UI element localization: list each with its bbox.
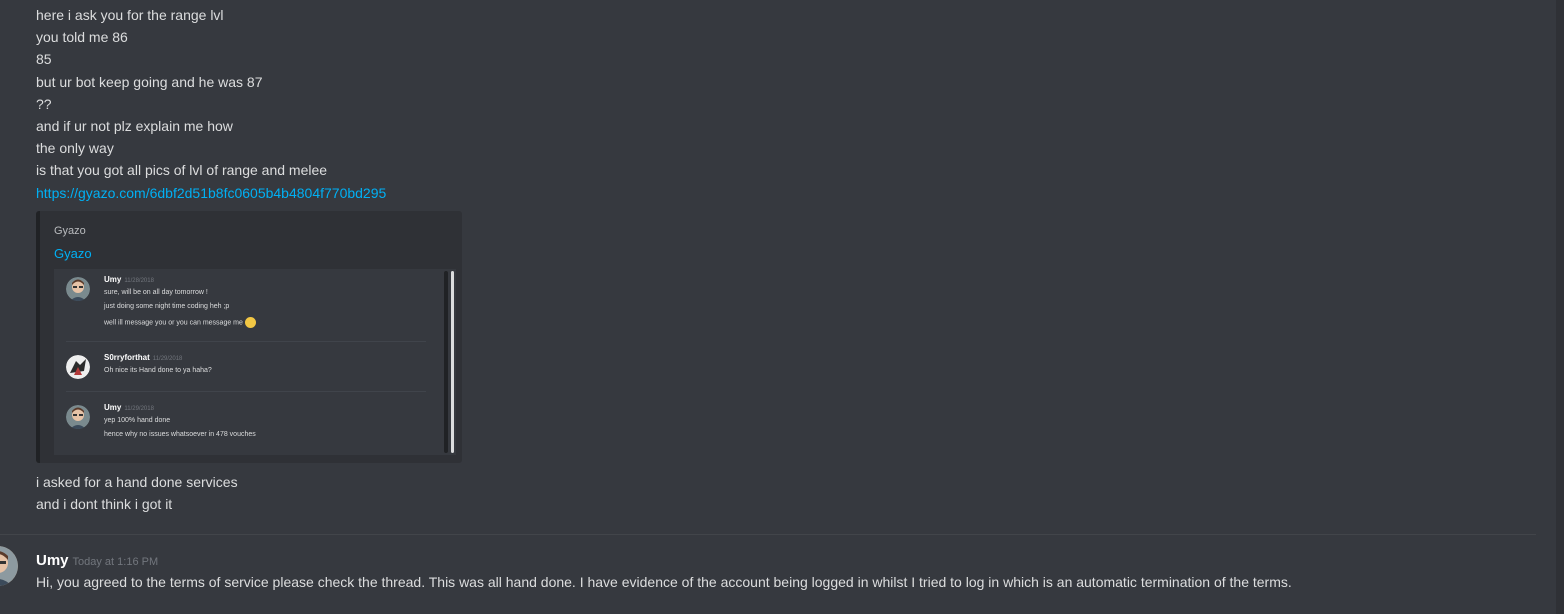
gyazo-link[interactable]: https://gyazo.com/6dbf2d51b8fc0605b4b480…	[36, 185, 386, 201]
message-group: i asked for a hand done services and i d…	[36, 471, 238, 515]
screenshot-date: 11/28/2018	[124, 278, 154, 284]
embed-title-link[interactable]: Gyazo	[54, 246, 92, 261]
message-line: and i dont think i got it	[36, 496, 173, 513]
message-line: and if ur not plz explain me how	[36, 117, 233, 134]
screenshot-line: Oh nice its Hand done to ya haha?	[104, 367, 212, 374]
divider	[66, 391, 426, 392]
screenshot-line: yep 100% hand done	[104, 417, 171, 424]
screenshot-scrollbar-thumb	[451, 271, 454, 453]
message-line: here i ask you for the range lvl	[36, 7, 224, 23]
screenshot-author: S0rryforthat	[104, 353, 150, 362]
message-line: but ur bot keep going and he was 87	[36, 73, 263, 90]
message-line: the only way	[36, 140, 114, 157]
screenshot-scrollbar-track	[444, 271, 448, 453]
avatar	[66, 405, 90, 429]
message-header: Umy Today at 1:16 PM	[36, 552, 158, 570]
message-text: Hi, you agreed to the terms of service p…	[36, 574, 1292, 590]
message-line: i asked for a hand done services	[36, 474, 238, 490]
screenshot-line: just doing some night time coding heh ;p	[104, 303, 230, 310]
divider	[66, 341, 426, 342]
message-timestamp: Today at 1:16 PM	[72, 556, 159, 568]
screenshot-author: Umy	[104, 275, 122, 284]
message-line: is that you got all pics of lvl of range…	[36, 162, 328, 179]
message-divider	[0, 534, 1536, 535]
message-group: here i ask you for the range lvl you tol…	[36, 4, 386, 204]
link-embed: Gyazo Gyazo Umy 11/28/2018 sure, will be …	[36, 211, 462, 463]
screenshot-line: well ill message you or you can message …	[104, 319, 243, 327]
screenshot-date: 11/29/2018	[152, 356, 183, 362]
screenshot-line: hence why no issues whatsoever in 478 vo…	[104, 431, 256, 438]
chat-scrollbar[interactable]	[1556, 0, 1564, 614]
message-line: 85	[36, 51, 52, 68]
author-name[interactable]: Umy	[36, 552, 69, 569]
embed-provider: Gyazo	[54, 225, 86, 237]
screenshot-author: Umy	[104, 403, 122, 412]
avatar	[66, 277, 90, 301]
avatar[interactable]	[0, 546, 18, 586]
message-line: ??	[36, 95, 52, 112]
screenshot-line: sure, will be on all day tomorrow !	[104, 289, 208, 296]
avatar	[66, 355, 90, 379]
embed-screenshot-image[interactable]: Umy 11/28/2018 sure, will be on all day t…	[54, 269, 456, 455]
screenshot-date: 11/29/2018	[124, 406, 154, 412]
smile-emoji-icon	[244, 317, 256, 328]
message-line: you told me 86	[36, 29, 128, 46]
chat-view: here i ask you for the range lvl you tol…	[0, 0, 1564, 614]
